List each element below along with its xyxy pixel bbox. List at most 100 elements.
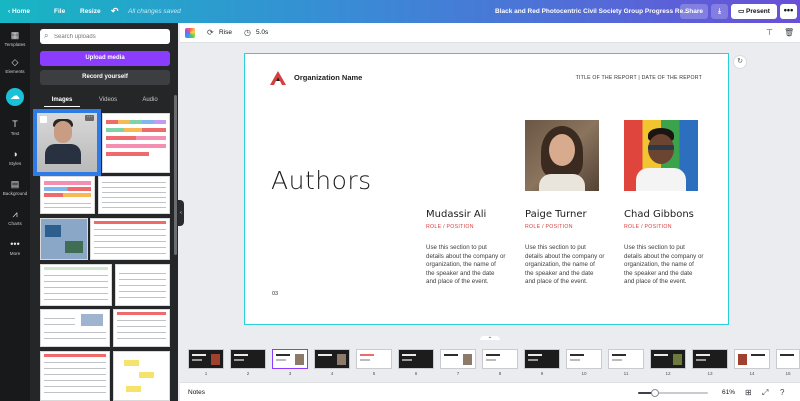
author-role[interactable]: ROLE / POSITION [426,224,506,230]
present-button[interactable]: ▭ Present [731,4,777,19]
author-name[interactable]: Paige Turner [525,209,605,220]
page-number: 12 [665,371,671,376]
page-number: 3 [288,371,292,376]
page-thumbnail[interactable] [566,349,602,369]
slide-title: Authors [271,166,372,195]
page-thumbnail[interactable] [356,349,392,369]
upload-thumbnail[interactable] [40,176,95,214]
author-photo-paige[interactable] [525,120,599,191]
animation-button[interactable]: Rise [219,23,232,43]
resize-button[interactable]: Resize [80,0,101,23]
text-icon: T [12,119,18,129]
page-number: 13 [707,371,713,376]
animate-icon[interactable]: ⟳ [207,23,214,43]
elements-icon: ◇ [11,57,19,67]
panel-scrollbar[interactable] [174,95,177,255]
editor-toolbar: ⟳ Rise ◷ 5.0s ⊤ 🗑 [180,23,800,43]
page-number: 7 [456,371,460,376]
page-thumbnail[interactable] [188,349,224,369]
upload-thumbnail[interactable] [40,351,110,401]
upload-thumbnail[interactable] [40,309,110,347]
page-thumbnail[interactable] [314,349,350,369]
fullscreen-icon[interactable]: ⤢ [762,383,768,401]
author-role[interactable]: ROLE / POSITION [624,224,704,230]
pages-strip: 1 2 3 4 5 6 7 8 9 10 11 12 13 14 15 [180,340,800,382]
page-thumbnail[interactable] [692,349,728,369]
rail-styles[interactable]: ◑ Styles [0,149,30,166]
upload-media-button[interactable]: Upload media [40,51,170,66]
page-thumbnail[interactable] [608,349,644,369]
page-thumbnail[interactable] [650,349,686,369]
slide-canvas[interactable]: Organization Name TITLE OF THE REPORT | … [244,53,729,325]
upload-thumbnail[interactable] [115,264,170,306]
author-description[interactable]: Use this section to put details about th… [426,244,506,287]
upload-thumbnail[interactable] [113,309,170,347]
upload-thumbnail-selected[interactable]: ··· [33,109,101,176]
record-yourself-button[interactable]: Record yourself [40,70,170,85]
rail-charts[interactable]: ⩘ Charts [0,209,30,226]
charts-icon: ⩘ [12,209,18,219]
color-picker-icon[interactable] [185,28,195,38]
collapse-panel-icon[interactable]: ‹ [178,200,184,226]
select-checkbox[interactable] [40,116,47,123]
page-number: 2 [246,371,250,376]
document-title[interactable]: Black and Red Photocentric Civil Society… [495,0,689,23]
tab-images[interactable]: Images [44,93,80,107]
rail-elements[interactable]: ◇ Elements [0,57,30,74]
upload-thumbnail[interactable] [113,351,170,401]
page-thumbnail[interactable] [524,349,560,369]
tab-audio[interactable]: Audio [132,93,168,107]
author-description[interactable]: Use this section to put details about th… [624,244,704,287]
download-icon[interactable]: ⤓ [711,4,728,19]
rail-templates[interactable]: ▦ Templates [0,30,30,47]
timer-icon[interactable]: ◷ [244,23,251,43]
author-name[interactable]: Mudassir Ali [426,209,506,220]
upload-thumbnail[interactable] [90,218,170,260]
page-thumbnail[interactable] [482,349,518,369]
thumbnail-options-icon[interactable]: ··· [85,115,94,121]
rail-more[interactable]: ••• More [0,239,30,256]
author-photo-chad[interactable] [624,120,698,191]
page-thumbnail[interactable] [230,349,266,369]
zoom-slider[interactable] [638,389,708,397]
zoom-slider-handle[interactable] [651,389,659,397]
author-role[interactable]: ROLE / POSITION [525,224,605,230]
search-input[interactable] [54,29,164,44]
page-number: 9 [540,371,544,376]
page-thumbnail[interactable] [398,349,434,369]
rail-label: Background [2,191,28,196]
help-icon[interactable]: ? [780,383,784,401]
page-thumbnail-active[interactable] [272,349,308,369]
author-name[interactable]: Chad Gibbons [624,209,704,220]
more-options-button[interactable]: ••• [780,4,797,19]
search-box[interactable]: ⌕ [40,29,170,44]
page-number: 5 [372,371,376,376]
upload-thumbnail[interactable] [40,218,88,260]
grid-view-icon[interactable]: ⊞ [745,383,752,401]
duration-button[interactable]: 5.0s [256,23,268,43]
notes-button[interactable]: Notes [188,383,205,401]
styles-icon: ◑ [12,149,18,159]
tab-videos[interactable]: Videos [90,93,126,107]
home-button[interactable]: ‹ Home [8,0,30,23]
share-button[interactable]: Share [680,4,708,19]
page-number: 11 [623,371,629,376]
upload-thumbnail[interactable] [98,176,170,214]
rail-uploads[interactable]: ☁ [0,88,30,106]
rail-label: Text [10,131,20,136]
upload-thumbnail[interactable] [40,264,112,306]
page-thumbnail[interactable] [776,349,800,369]
paint-roller-icon[interactable]: ⊤ [766,23,773,43]
undo-icon[interactable]: ↶ [111,0,119,23]
rail-text[interactable]: T Text [0,119,30,136]
rail-background[interactable]: ▤ Background [0,179,30,196]
zoom-level[interactable]: 61% [722,383,735,401]
page-number: 15 [785,371,791,376]
file-menu[interactable]: File [54,0,65,23]
trash-icon[interactable]: 🗑 [784,23,794,43]
author-description[interactable]: Use this section to put details about th… [525,244,605,287]
page-thumbnail[interactable] [734,349,770,369]
upload-thumbnail[interactable] [102,113,170,173]
page-thumbnail[interactable] [440,349,476,369]
refresh-icon[interactable]: ↻ [733,55,747,69]
